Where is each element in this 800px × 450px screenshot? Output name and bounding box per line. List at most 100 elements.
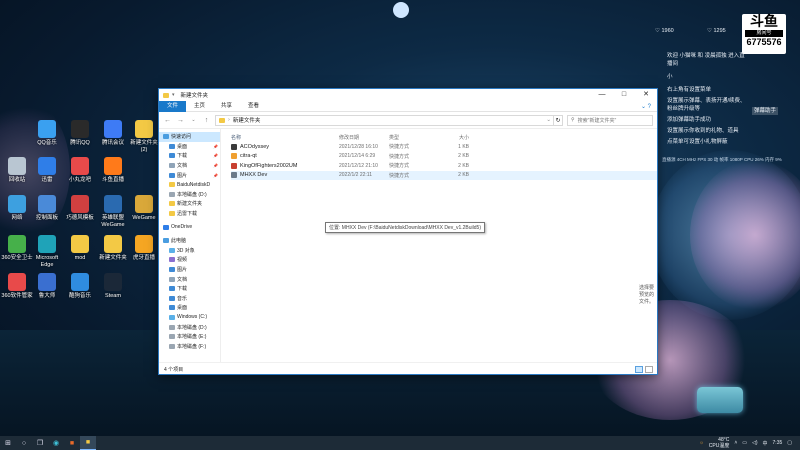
nav-item[interactable]: 下载: [159, 284, 220, 294]
desktop-icon[interactable]: 360软件管家: [0, 273, 34, 300]
desktop-icon[interactable]: 酷狗音乐: [63, 273, 97, 300]
desktop-icon[interactable]: WeGame: [127, 195, 161, 222]
nav-item[interactable]: 下载 📌: [159, 151, 220, 161]
nav-item-icon: [169, 314, 175, 320]
address-dropdown-icon[interactable]: ⌄: [546, 117, 553, 123]
large-icons-view-icon[interactable]: [645, 366, 653, 373]
notification-icon[interactable]: ▢: [787, 440, 792, 446]
desktop-icon[interactable]: 360安全卫士: [0, 235, 34, 262]
back-arrow-icon[interactable]: ←: [163, 117, 172, 124]
desktop-icon-label: 巧德风模板: [66, 215, 94, 221]
address-field[interactable]: › 新建文件夹 ⌄: [215, 114, 554, 126]
tab-view[interactable]: 查看: [240, 101, 267, 112]
file-row[interactable]: ACOdyssey 2021/12/28 16:10 快捷方式 1 KB: [231, 142, 657, 152]
desktop-icon[interactable]: 斗鱼直播: [96, 157, 130, 184]
nav-item[interactable]: 本地磁盘 (D:): [159, 322, 220, 332]
nav-item[interactable]: 本地磁盘 (E:): [159, 332, 220, 342]
edge-icon[interactable]: ◉: [48, 436, 64, 450]
floating-widget[interactable]: [697, 387, 743, 413]
quick-access-toolbar-icon[interactable]: ▾: [172, 92, 175, 98]
game-app-icon[interactable]: ■: [64, 436, 80, 450]
nav-item[interactable]: OneDrive: [159, 222, 220, 232]
desktop-icon-label: 迅雷: [41, 177, 53, 183]
nav-item[interactable]: 3D 对象: [159, 246, 220, 256]
column-type[interactable]: 类型: [389, 134, 439, 141]
desktop-icon[interactable]: 腾讯QQ: [63, 120, 97, 147]
desktop-icon[interactable]: 巧德风模板: [63, 195, 97, 222]
nav-item[interactable]: 音乐: [159, 294, 220, 304]
weather-widget[interactable]: 48°C CPU温度: [709, 437, 730, 449]
help-icon[interactable]: ⌄ ?: [641, 103, 657, 110]
network-icon[interactable]: ▭: [742, 440, 747, 446]
maximize-button[interactable]: □: [613, 89, 635, 101]
desktop-icon[interactable]: QQ音乐: [30, 120, 64, 147]
close-button[interactable]: ✕: [635, 89, 657, 101]
weather-label: CPU温度: [708, 443, 730, 449]
chat-message: 设置展示你收到的礼物、道具: [667, 128, 739, 134]
desktop-icon[interactable]: 腾讯会议: [96, 120, 130, 147]
nav-item[interactable]: 迅雷下载: [159, 209, 220, 219]
input-method-icon[interactable]: 中: [763, 440, 768, 447]
file-name-cell: KingOfFighters2002UM: [231, 162, 339, 169]
file-row[interactable]: KingOfFighters2002UM 2021/12/12 21:10 快捷方式…: [231, 161, 657, 171]
nav-item[interactable]: 文档: [159, 274, 220, 284]
nav-item[interactable]: Windows (C:): [159, 313, 220, 323]
weather-icon[interactable]: ☼: [699, 440, 704, 446]
recent-locations-icon[interactable]: ⌄: [189, 117, 198, 123]
up-arrow-icon[interactable]: ↑: [202, 117, 211, 124]
clock[interactable]: 7:35: [773, 440, 783, 446]
nav-item[interactable]: 本地磁盘 (F:): [159, 341, 220, 351]
nav-item[interactable]: 快速访问: [159, 132, 220, 142]
minimize-button[interactable]: —: [591, 89, 613, 101]
refresh-icon[interactable]: ↻: [553, 114, 563, 126]
nav-item[interactable]: 新建文件夹: [159, 199, 220, 209]
navigation-pane: 快速访问 桌面 📌 下载 📌 文档 📌 图片 📌 BaiduNetdiskD 本地磁盘 (D:) 新建…: [159, 129, 221, 362]
breadcrumb-current[interactable]: 新建文件夹: [233, 116, 261, 124]
desktop-icon[interactable]: 回收站: [0, 157, 34, 184]
nav-item[interactable]: 图片: [159, 265, 220, 275]
column-size[interactable]: 大小: [439, 134, 469, 141]
file-row[interactable]: MHXX Dev 2022/1/2 22:11 快捷方式 2 KB: [231, 170, 657, 180]
nav-item[interactable]: 视频: [159, 255, 220, 265]
pin-icon: 📌: [213, 172, 218, 178]
nav-item-icon: [169, 343, 175, 349]
desktop-icon[interactable]: Microsoft Edge: [30, 235, 64, 269]
desktop-icon[interactable]: Steam: [96, 273, 130, 300]
start-icon[interactable]: ⊞: [0, 436, 16, 450]
nav-item[interactable]: 图片 📌: [159, 170, 220, 180]
desktop-icon[interactable]: 虎牙直播: [127, 235, 161, 262]
desktop-icon[interactable]: mod: [63, 235, 97, 262]
nav-item-icon: [169, 305, 175, 311]
desktop-icon[interactable]: 新建文件夹: [96, 235, 130, 262]
volume-icon[interactable]: ◁): [752, 440, 758, 446]
tab-file[interactable]: 文件: [159, 100, 187, 112]
desktop-icon[interactable]: 鲁大师: [30, 273, 64, 300]
app-icon: [104, 273, 122, 291]
desktop-icon[interactable]: 网络: [0, 195, 34, 222]
file-row[interactable]: citra-qt 2021/12/14 6:29 快捷方式 2 KB: [231, 152, 657, 162]
tab-home[interactable]: 主页: [186, 101, 213, 112]
task-view-icon[interactable]: ❐: [32, 436, 48, 450]
forward-arrow-icon[interactable]: →: [176, 117, 185, 124]
tab-share[interactable]: 共享: [213, 101, 240, 112]
search-input[interactable]: ⚲ 搜索"新建文件夹": [567, 114, 653, 126]
details-view-icon[interactable]: [635, 366, 643, 373]
desktop-icon-label: 回收站: [8, 177, 26, 183]
desktop-icon[interactable]: 小丸龙吧: [63, 157, 97, 184]
nav-item[interactable]: 此电脑: [159, 236, 220, 246]
column-name[interactable]: 名称: [231, 134, 339, 141]
desktop-icon[interactable]: 控制面板: [30, 195, 64, 222]
search-icon[interactable]: ○: [16, 436, 32, 450]
chevron-up-icon[interactable]: ˄: [734, 440, 737, 446]
nav-item[interactable]: BaiduNetdiskD: [159, 180, 220, 190]
column-date[interactable]: 修改日期: [339, 134, 389, 141]
nav-item[interactable]: 桌面: [159, 303, 220, 313]
search-placeholder: 搜索"新建文件夹": [577, 117, 617, 124]
nav-item[interactable]: 文档 📌: [159, 161, 220, 171]
file-explorer-icon[interactable]: ■: [80, 436, 96, 450]
desktop-icon[interactable]: 新建文件夹 (2): [127, 120, 161, 154]
desktop-icon[interactable]: 英雄联盟WeGame: [96, 195, 130, 229]
nav-item[interactable]: 本地磁盘 (D:): [159, 190, 220, 200]
nav-item[interactable]: 桌面 📌: [159, 142, 220, 152]
desktop-icon[interactable]: 迅雷: [30, 157, 64, 184]
